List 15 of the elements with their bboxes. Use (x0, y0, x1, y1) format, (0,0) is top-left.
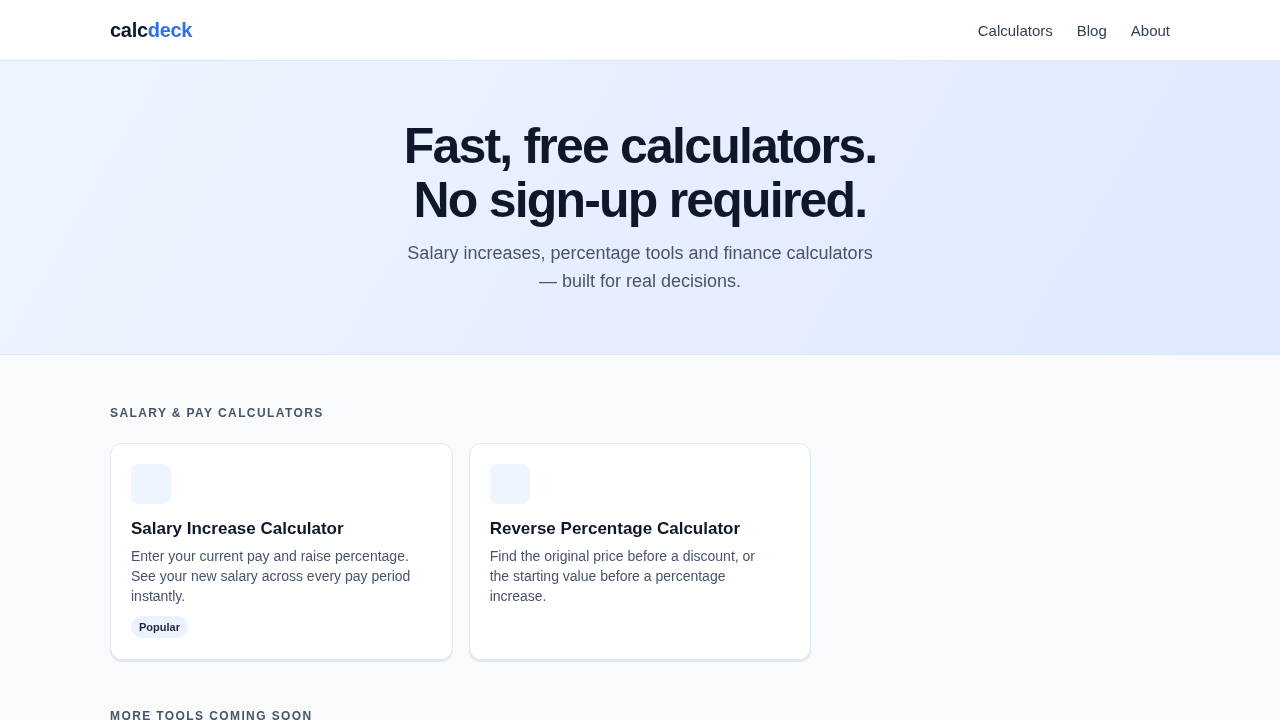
card-description: Enter your current pay and raise percentage. See your new salary across every pay period instantly. (131, 547, 412, 606)
site-logo[interactable]: calcdeck (110, 18, 193, 42)
nav-link[interactable]: About (1130, 21, 1170, 39)
section-heading: MORE TOOLS COMING SOON (110, 708, 313, 720)
nav-link[interactable]: Blog (1076, 21, 1107, 39)
card-description: Find the original price before a discount, or the starting value before a percentage increase. (489, 547, 757, 606)
card-title: Reverse Percentage Calculator (489, 518, 741, 540)
nav-link[interactable]: Calculators (977, 21, 1053, 39)
hero-subtitle: Salary increases, percentage tools and finance calculators — built for real decisions. (406, 242, 874, 293)
card-title: Salary Increase Calculator (131, 518, 344, 540)
calculator-card[interactable]: Reverse Percentage Calculator Find the original price before a discount, or the starting value before a percentage increase. (468, 443, 812, 660)
calculator-card[interactable]: Salary Increase Calculator Enter your current pay and raise percentage. See your new salary across every pay period instantly. Popular (110, 443, 453, 660)
section-heading: SALARY & PAY CALCULATORS (110, 405, 324, 421)
popular-tag: Popular (131, 616, 188, 638)
hero-title: Fast, free calculators. No sign-up required. (402, 119, 878, 227)
